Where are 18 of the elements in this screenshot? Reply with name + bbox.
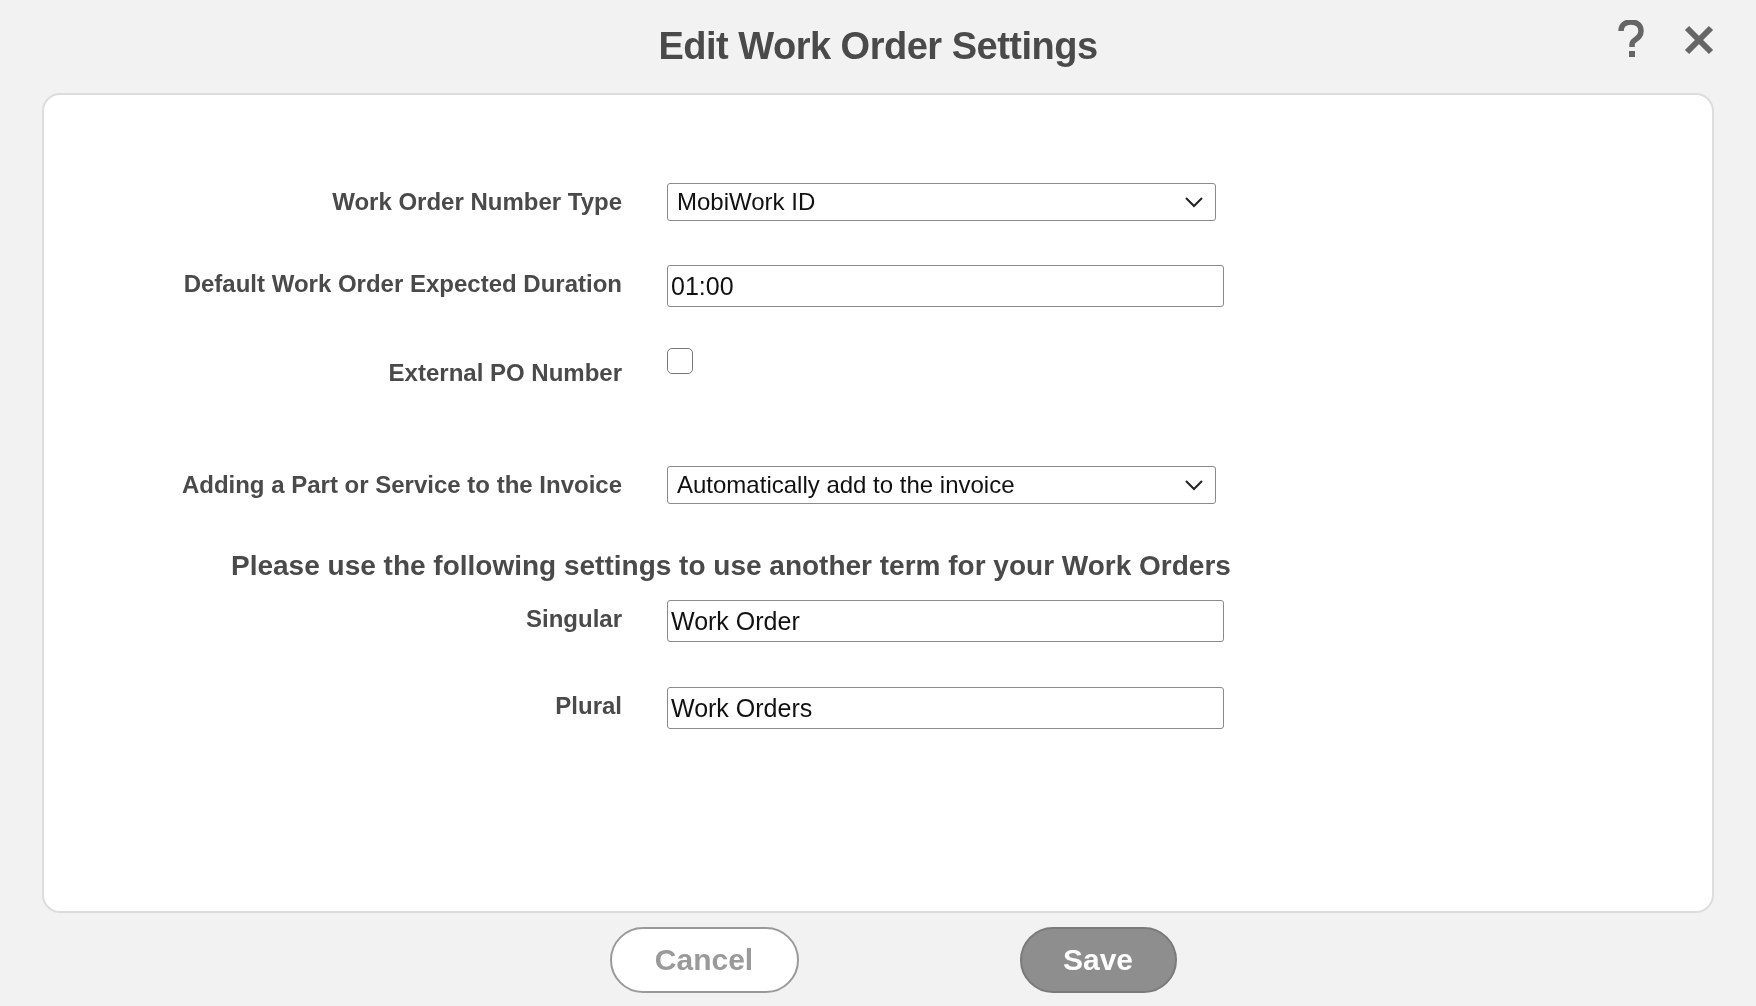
field-label: External PO Number [387,358,622,388]
section-heading: Please use the following settings to use another term for your Work Orders [231,550,1232,582]
field-label: Plural [554,691,622,721]
chevron-down-icon [1185,479,1203,491]
dropdown[interactable]: Automatically add to the invoice [667,466,1216,504]
input-field[interactable]: Work Orders [667,687,1224,729]
dropdown[interactable]: MobiWork ID [667,183,1216,221]
dialog-title: Edit Work Order Settings [658,25,1098,68]
field-label: Default Work Order Expected Duration [182,269,622,299]
checkbox[interactable] [667,348,693,374]
input-field[interactable]: Work Order [667,600,1224,642]
field-label: Work Order Number Type [331,187,622,217]
help-icon[interactable] [1618,20,1644,60]
field-label: Singular [525,604,622,634]
field-label: Adding a Part or Service to the Invoice [180,470,622,500]
input-field[interactable]: 01:00 [667,265,1224,307]
close-icon[interactable] [1684,25,1714,55]
chevron-down-icon [1185,196,1203,208]
